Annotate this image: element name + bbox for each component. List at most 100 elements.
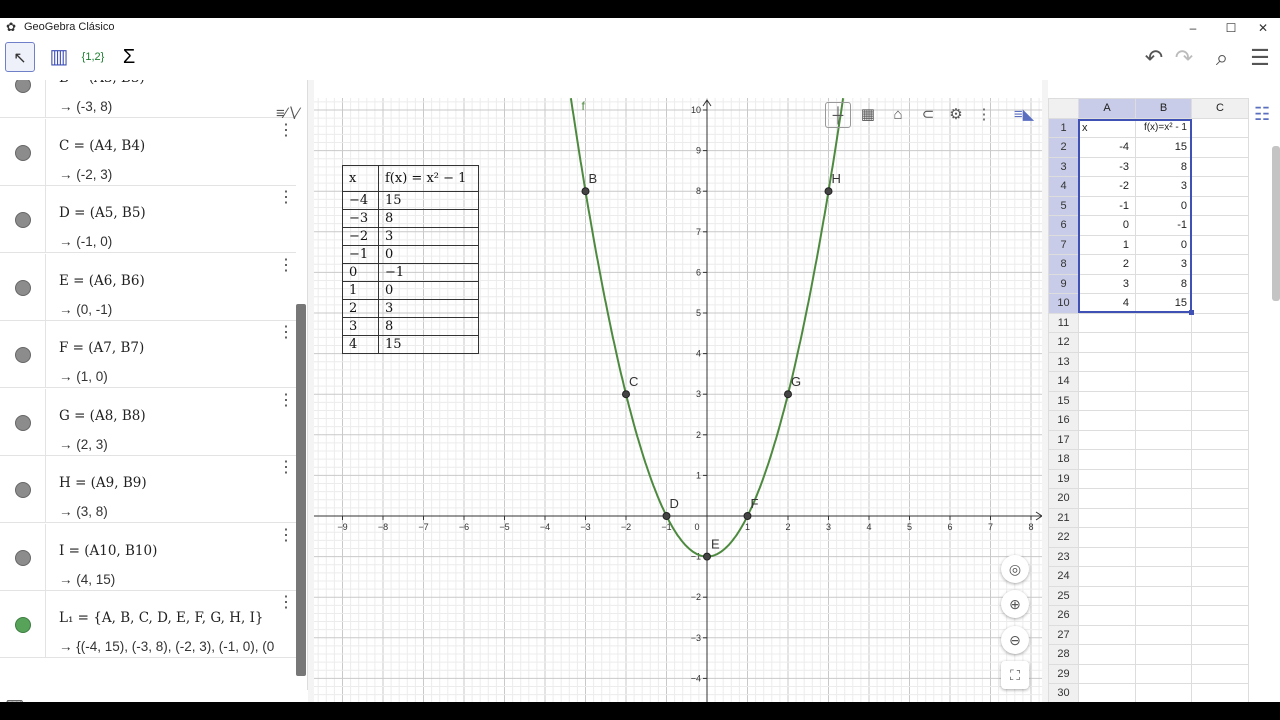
spreadsheet-style-icon[interactable]: ☷ xyxy=(1254,104,1270,125)
spreadsheet-cell[interactable] xyxy=(1191,293,1249,314)
spreadsheet-cell[interactable]: 3 xyxy=(1078,273,1136,294)
row-header[interactable]: 21 xyxy=(1048,507,1079,528)
spreadsheet-cell[interactable]: 15 xyxy=(1135,137,1192,158)
settings-gear-icon[interactable]: ⚙ xyxy=(943,102,969,128)
spreadsheet-cell[interactable] xyxy=(1191,429,1249,450)
spreadsheet-cell[interactable] xyxy=(1078,449,1136,470)
move-tool-button[interactable]: ↖ xyxy=(5,42,35,72)
spreadsheet-cell[interactable] xyxy=(1078,624,1136,645)
row-header[interactable]: 10 xyxy=(1048,293,1079,314)
more-options-icon[interactable]: ⋮ xyxy=(278,527,294,543)
visibility-dot-icon[interactable] xyxy=(15,212,31,228)
spreadsheet-cell[interactable]: 2 xyxy=(1078,254,1136,275)
more-options-icon[interactable]: ⋮ xyxy=(971,102,997,128)
visibility-dot-icon[interactable] xyxy=(15,80,31,93)
spreadsheet-cell[interactable] xyxy=(1135,585,1192,606)
spreadsheet-cell[interactable] xyxy=(1078,468,1136,489)
spreadsheet-cell[interactable] xyxy=(1078,488,1136,509)
redo-button[interactable]: ↷ xyxy=(1170,44,1198,72)
point-capturing-icon[interactable]: ⊂ xyxy=(915,102,941,128)
spreadsheet-cell[interactable] xyxy=(1191,683,1249,702)
spreadsheet-cell[interactable] xyxy=(1191,351,1249,372)
point-E[interactable] xyxy=(703,552,711,561)
visibility-dot-icon[interactable] xyxy=(15,549,31,566)
standard-view-icon[interactable]: ◎ xyxy=(1001,555,1029,583)
spreadsheet-cell[interactable] xyxy=(1078,371,1136,392)
spreadsheet-cell[interactable] xyxy=(1135,566,1192,587)
visibility-marker[interactable] xyxy=(0,253,46,320)
spreadsheet-cell[interactable] xyxy=(1191,156,1249,177)
close-button[interactable]: ✕ xyxy=(1240,18,1280,38)
spreadsheet-cell[interactable] xyxy=(1191,254,1249,275)
spreadsheet-cell[interactable] xyxy=(1135,468,1192,489)
search-button[interactable]: ⌕ xyxy=(1208,44,1236,72)
spreadsheet-cell[interactable] xyxy=(1191,527,1249,548)
column-header[interactable]: B xyxy=(1135,98,1192,119)
spreadsheet-cell[interactable]: 8 xyxy=(1135,156,1192,177)
visibility-dot-icon[interactable] xyxy=(15,347,31,363)
point-F[interactable] xyxy=(743,512,752,520)
row-header[interactable]: 4 xyxy=(1048,176,1079,197)
spreadsheet-cell[interactable]: f(x)=x² - 1 xyxy=(1135,117,1192,138)
spreadsheet-cell[interactable] xyxy=(1191,215,1249,236)
spreadsheet-cell[interactable] xyxy=(1191,605,1249,626)
spreadsheet-cell[interactable]: 0 xyxy=(1135,195,1192,216)
algebra-row[interactable]: B = (A3, B3) → (-3, 8) xyxy=(0,80,296,118)
row-header[interactable]: 18 xyxy=(1048,449,1079,470)
zoom-out-icon[interactable]: ⊖ xyxy=(1001,626,1029,654)
more-options-icon[interactable]: ⋮ xyxy=(278,190,294,206)
algebra-scrollbar[interactable] xyxy=(296,304,306,676)
style-bar-toggle-icon[interactable]: ≡◣ xyxy=(1011,102,1037,128)
algebra-row[interactable]: H = (A9, B9) → (3, 8) ⋮ xyxy=(0,456,296,523)
grid-toggle-icon[interactable]: ▦ xyxy=(855,102,881,128)
spreadsheet-cell[interactable] xyxy=(1078,390,1136,411)
spreadsheet-cell[interactable]: -4 xyxy=(1078,137,1136,158)
spreadsheet-cell[interactable] xyxy=(1078,644,1136,665)
algebra-row[interactable]: G = (A8, B8) → (2, 3) ⋮ xyxy=(0,388,296,456)
undo-button[interactable]: ↶ xyxy=(1140,44,1168,72)
algebra-definition[interactable]: F = (A7, B7) xyxy=(59,340,144,356)
spreadsheet-cell[interactable] xyxy=(1191,390,1249,411)
spreadsheet-cell[interactable] xyxy=(1078,410,1136,431)
row-header[interactable]: 5 xyxy=(1048,195,1079,216)
row-header[interactable]: 9 xyxy=(1048,273,1079,294)
row-header[interactable]: 25 xyxy=(1048,585,1079,606)
spreadsheet-cell[interactable] xyxy=(1191,546,1249,567)
spreadsheet-vertical-scrollbar[interactable] xyxy=(1272,146,1280,301)
keyboard-icon[interactable]: ⌨ xyxy=(6,698,34,702)
more-options-icon[interactable]: ⋮ xyxy=(278,257,294,273)
point-C[interactable] xyxy=(622,390,630,399)
spreadsheet-cell[interactable] xyxy=(1191,644,1249,665)
spreadsheet-cell[interactable]: 1 xyxy=(1078,234,1136,255)
spreadsheet-cell[interactable] xyxy=(1135,663,1192,684)
spreadsheet-cell[interactable] xyxy=(1078,351,1136,372)
spreadsheet-grid[interactable]: A B C 1 x f(x)=x² - 1 2 -4 15 3 -3 8 4 -2 3 5 -1 0 6 0 -1 7 1 0… xyxy=(1048,98,1249,702)
visibility-marker[interactable] xyxy=(0,523,46,590)
row-header[interactable]: 29 xyxy=(1048,663,1079,684)
more-options-icon[interactable]: ⋮ xyxy=(278,595,294,611)
spreadsheet-cell[interactable] xyxy=(1191,195,1249,216)
spreadsheet-cell[interactable] xyxy=(1191,312,1249,333)
spreadsheet-cell[interactable] xyxy=(1191,507,1249,528)
spreadsheet-view[interactable]: A B C 1 x f(x)=x² - 1 2 -4 15 3 -3 8 4 -2 3 5 -1 0 6 0 -1 7 1 0… xyxy=(1048,98,1280,702)
spreadsheet-cell[interactable] xyxy=(1078,429,1136,450)
spreadsheet-cell[interactable] xyxy=(1135,488,1192,509)
zoom-in-icon[interactable]: ⊕ xyxy=(1001,590,1029,618)
algebra-definition[interactable]: C = (A4, B4) xyxy=(59,138,145,154)
spreadsheet-cell[interactable] xyxy=(1078,332,1136,353)
row-header[interactable]: 7 xyxy=(1048,234,1079,255)
spreadsheet-cell[interactable] xyxy=(1135,371,1192,392)
row-header[interactable]: 2 xyxy=(1048,137,1079,158)
spreadsheet-cell[interactable] xyxy=(1078,312,1136,333)
two-variable-analysis-button[interactable]: ▥ xyxy=(44,42,74,72)
algebra-row[interactable]: L₁ = {A, B, C, D, E, F, G, H, I} → {(-4, … xyxy=(0,591,296,658)
more-options-icon[interactable]: ⋮ xyxy=(278,392,294,408)
spreadsheet-cell[interactable] xyxy=(1191,663,1249,684)
spreadsheet-cell[interactable]: x xyxy=(1078,117,1136,138)
spreadsheet-cell[interactable] xyxy=(1135,507,1192,528)
spreadsheet-cell[interactable] xyxy=(1191,117,1249,138)
spreadsheet-cell[interactable]: -3 xyxy=(1078,156,1136,177)
spreadsheet-cell[interactable] xyxy=(1078,683,1136,702)
spreadsheet-cell[interactable] xyxy=(1191,273,1249,294)
row-header[interactable]: 13 xyxy=(1048,351,1079,372)
